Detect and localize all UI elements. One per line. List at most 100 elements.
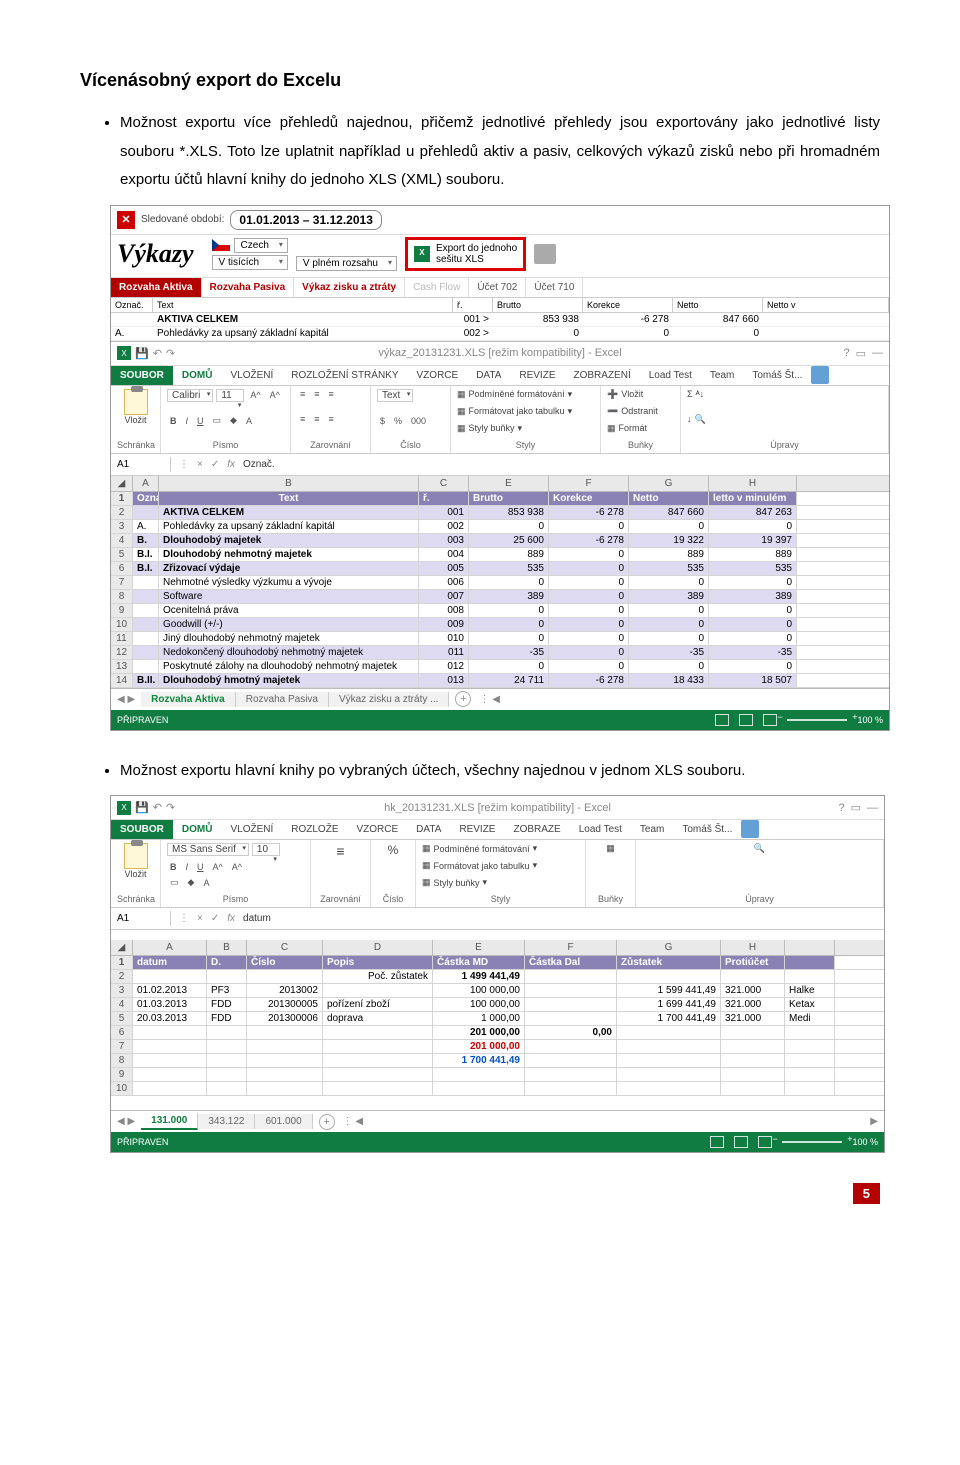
- zoom-value[interactable]: 100 %: [857, 715, 883, 725]
- col-nettov: Netto v: [763, 298, 889, 312]
- sheet-tab[interactable]: Rozvaha Pasiva: [236, 692, 329, 707]
- help-icon[interactable]: ?: [843, 347, 849, 359]
- vykazy-window: ✕ Sledované období: 01.01.2013 – 31.12.2…: [110, 205, 890, 731]
- close-icon[interactable]: ✕: [117, 211, 135, 229]
- redo-icon[interactable]: ↷: [166, 347, 175, 360]
- ribbon: Vložit Schránka Calibri11A^A^ BIU▭◆A Pís…: [111, 386, 889, 454]
- add-sheet-button[interactable]: +: [319, 1114, 335, 1130]
- print-icon[interactable]: [534, 244, 556, 264]
- status-text: PŘIPRAVEN: [117, 1137, 168, 1147]
- scope-select[interactable]: V plném rozsahu: [296, 256, 397, 271]
- page-number: 5: [853, 1183, 880, 1204]
- tab-zobrazeni[interactable]: ZOBRAZENÍ: [565, 366, 640, 385]
- tab-rozvaha-aktiva[interactable]: Rozvaha Aktiva: [111, 278, 202, 297]
- undo-icon[interactable]: ↶: [153, 347, 162, 360]
- table-row[interactable]: 13 Poskytnuté zálohy na dlouhodobý nehmo…: [111, 660, 889, 674]
- bullet-1: Možnost exportu více přehledů najednou, …: [120, 109, 880, 195]
- table-row[interactable]: 3 A. Pohledávky za upsaný základní kapit…: [111, 520, 889, 534]
- font-select[interactable]: MS Sans Serif: [167, 843, 249, 856]
- tab-loadtest[interactable]: Load Test: [640, 366, 701, 385]
- table-row[interactable]: 14 B.II. Dlouhodobý hmotný majetek 013 2…: [111, 674, 889, 688]
- tab-soubor[interactable]: SOUBOR: [111, 366, 173, 385]
- sheet-nav[interactable]: ◀ ▶: [111, 694, 141, 705]
- add-sheet-button[interactable]: +: [455, 691, 471, 707]
- user-name[interactable]: Tomáš Št...: [743, 366, 811, 385]
- tab-rozvaha-pasiva[interactable]: Rozvaha Pasiva: [202, 278, 295, 297]
- tab-vzorce[interactable]: VZORCE: [408, 366, 468, 385]
- min-icon[interactable]: —: [872, 347, 883, 359]
- avatar[interactable]: [811, 366, 829, 384]
- status-text: PŘIPRAVEN: [117, 715, 168, 725]
- tab-domu[interactable]: DOMŮ: [173, 366, 222, 385]
- table-row[interactable]: 2 AKTIVA CELKEM 001 853 938 -6 278 847 6…: [111, 506, 889, 520]
- sheet-tab[interactable]: 131.000: [141, 1113, 198, 1130]
- tab-domu[interactable]: DOMŮ: [173, 820, 222, 839]
- sheet-tab[interactable]: Rozvaha Aktiva: [141, 692, 236, 707]
- avatar[interactable]: [741, 820, 759, 838]
- tab-team[interactable]: Team: [701, 366, 743, 385]
- period-value: 01.01.2013 – 31.12.2013: [230, 210, 381, 230]
- table-row: A. Pohledávky za upsaný základní kapitál…: [111, 327, 889, 341]
- sheet-tab[interactable]: Výkaz zisku a ztráty ...: [329, 692, 449, 707]
- col-netto: Netto: [673, 298, 763, 312]
- excel-app-icon: X: [117, 801, 131, 815]
- tab-702[interactable]: Účet 702: [469, 278, 526, 297]
- table-row[interactable]: 9 Ocenitelná práva 008 0 0 0 0: [111, 604, 889, 618]
- zoom-value[interactable]: 100 %: [852, 1137, 878, 1147]
- ribbon-icon[interactable]: ▭: [856, 347, 866, 360]
- titlebar: X 💾 ↶ ↷ výkaz_20131231.XLS [režim kompat…: [111, 342, 889, 366]
- vykazy-tabs: Rozvaha Aktiva Rozvaha Pasiva Výkaz zisk…: [111, 278, 889, 298]
- tab-vlozeni[interactable]: VLOŽENÍ: [221, 366, 282, 385]
- tab-revize[interactable]: REVIZE: [510, 366, 564, 385]
- table-row[interactable]: 12 Nedokončený dlouhodobý nehmotný majet…: [111, 646, 889, 660]
- zoom-slider[interactable]: [787, 719, 847, 721]
- scale-select[interactable]: V tisících: [212, 255, 288, 270]
- sheet-tab[interactable]: 343.122: [198, 1114, 255, 1129]
- table-row[interactable]: 11 Jiný dlouhodobý nehmotný majetek 010 …: [111, 632, 889, 646]
- table-row[interactable]: 10 Goodwill (+/-) 009 0 0 0 0: [111, 618, 889, 632]
- view-icon[interactable]: [715, 714, 729, 726]
- lang-select[interactable]: Czech: [234, 238, 288, 253]
- tab-cashflow[interactable]: Cash Flow: [405, 278, 469, 297]
- excel2-window: X 💾 ↶ ↷ hk_20131231.XLS [režim kompatibi…: [110, 795, 885, 1153]
- vykazy-logo: Výkazy: [117, 239, 194, 269]
- formula-bar[interactable]: datum: [243, 913, 271, 924]
- save-icon[interactable]: 💾: [135, 801, 149, 814]
- tab-710[interactable]: Účet 710: [526, 278, 583, 297]
- redo-icon[interactable]: ↷: [166, 801, 175, 814]
- table-row[interactable]: 7 Nehmotné výsledky výzkumu a vývoje 006…: [111, 576, 889, 590]
- table-row[interactable]: 3 01.02.2013 PF3 2013002 100 000,00 1 59…: [111, 984, 884, 998]
- table-row[interactable]: 6 B.I. Zřizovací výdaje 005 535 0 535 53…: [111, 562, 889, 576]
- header-row: 1Označ.Textř.BruttoKorekceNettoletto v m…: [111, 492, 889, 506]
- tab-soubor[interactable]: SOUBOR: [111, 820, 173, 839]
- table-row[interactable]: 8 Software 007 389 0 389 389: [111, 590, 889, 604]
- page-title: Vícenásobný export do Excelu: [80, 70, 880, 91]
- flag-icon: [212, 239, 230, 251]
- tab-rozlozeni[interactable]: ROZLOŽENÍ STRÁNKY: [282, 366, 407, 385]
- table-row[interactable]: 5 B.I. Dlouhodobý nehmotný majetek 004 8…: [111, 548, 889, 562]
- table-row[interactable]: 4 01.03.2013 FDD 201300005 pořízení zbož…: [111, 998, 884, 1012]
- font-select[interactable]: Calibri: [167, 389, 213, 402]
- save-icon[interactable]: 💾: [135, 347, 149, 360]
- formula-bar[interactable]: Označ.: [243, 459, 275, 470]
- paste-icon[interactable]: [124, 843, 148, 869]
- size-select[interactable]: 11: [216, 389, 244, 402]
- table-row[interactable]: 4 B. Dlouhodobý majetek 003 25 600 -6 27…: [111, 534, 889, 548]
- col-korekce: Korekce: [583, 298, 673, 312]
- col-brutto: Brutto: [493, 298, 583, 312]
- sheet-tab[interactable]: 601.000: [255, 1114, 312, 1129]
- excel-app-icon: X: [117, 346, 131, 360]
- excel-icon: X: [414, 246, 430, 262]
- table-row: AKTIVA CELKEM 001 > 853 938 -6 278 847 6…: [111, 313, 889, 327]
- col-text: Text: [153, 298, 453, 312]
- paste-icon[interactable]: [124, 389, 148, 415]
- ribbon-tabs: SOUBOR DOMŮ VLOŽENÍ ROZLOŽENÍ STRÁNKY VZ…: [111, 366, 889, 386]
- name-box[interactable]: A1: [111, 911, 171, 926]
- name-box[interactable]: A1: [111, 457, 171, 472]
- tab-vykaz-zisku[interactable]: Výkaz zisku a ztráty: [294, 278, 405, 297]
- zoom-slider[interactable]: [782, 1141, 842, 1143]
- undo-icon[interactable]: ↶: [153, 801, 162, 814]
- tab-data[interactable]: DATA: [467, 366, 510, 385]
- export-xls-button[interactable]: X Export do jednohosešitu XLS: [405, 237, 526, 271]
- table-row[interactable]: 5 20.03.2013 FDD 201300006 doprava 1 000…: [111, 1012, 884, 1026]
